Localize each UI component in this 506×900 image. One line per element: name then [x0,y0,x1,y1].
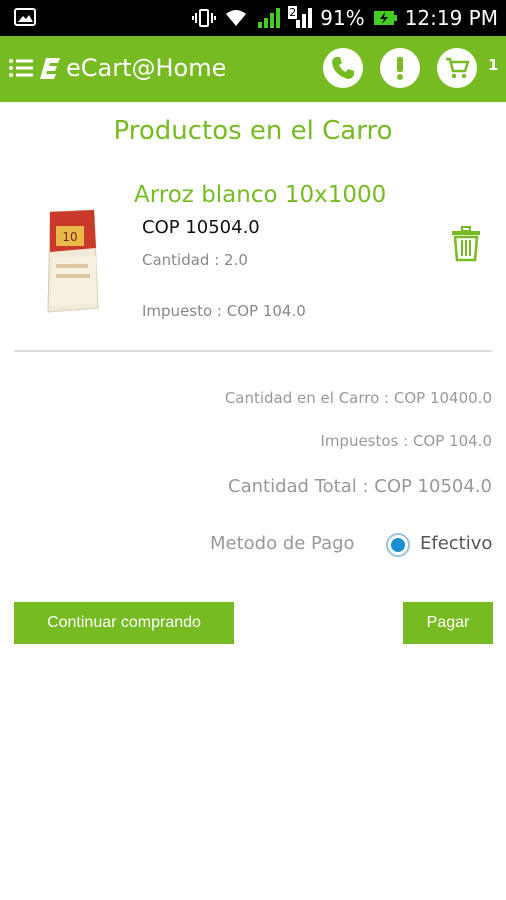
cart-amount-label: Cantidad en el Carro : COP 10400.0 [224,389,492,407]
battery-charging-icon [373,11,397,25]
product-price: COP 10504.0 [142,217,260,238]
divider [14,350,492,352]
vibrate-icon [192,9,217,27]
clock: 12:19 PM [404,6,498,30]
taxes-label: Impuestos : COP 104.0 [320,432,492,450]
signal-sim2-icon: 2 [288,6,313,28]
product-image: 10 [47,209,99,313]
status-bar: 2 91% 12:19 PM [0,0,506,36]
page-title: Productos en el Carro [113,116,393,146]
total-amount-label: Cantidad Total : COP 10504.0 [228,476,492,497]
sim-slot-label: 2 [288,6,298,19]
wifi-icon [226,10,247,26]
continue-shopping-button[interactable]: Continuar comprando [14,602,234,644]
trash-icon[interactable] [450,226,482,262]
payment-cash-label[interactable]: Efectivo [420,533,492,554]
cart-count-badge: 1 [488,56,499,74]
alert-icon [397,57,403,80]
cart-button[interactable] [437,48,477,88]
app-bar: eCart@Home 1 [0,36,506,102]
product-quantity: Cantidad : 2.0 [142,251,248,269]
cart-icon [446,57,470,79]
phone-button[interactable] [323,48,363,88]
menu-icon[interactable] [8,57,34,79]
gallery-notification-icon [14,8,36,26]
signal-sim1-icon [258,8,281,28]
battery-percent: 91% [320,6,365,30]
info-button[interactable] [380,48,420,88]
phone-icon [332,57,354,79]
payment-cash-radio[interactable] [386,533,410,557]
product-tax: Impuesto : COP 104.0 [142,302,306,320]
pay-button[interactable]: Pagar [403,602,493,644]
product-name: Arroz blanco 10x1000 [134,182,387,208]
ecart-logo-icon [40,58,60,79]
svg-text:10: 10 [62,230,77,244]
payment-method-label: Metodo de Pago [210,533,355,554]
app-title: eCart@Home [66,54,227,82]
